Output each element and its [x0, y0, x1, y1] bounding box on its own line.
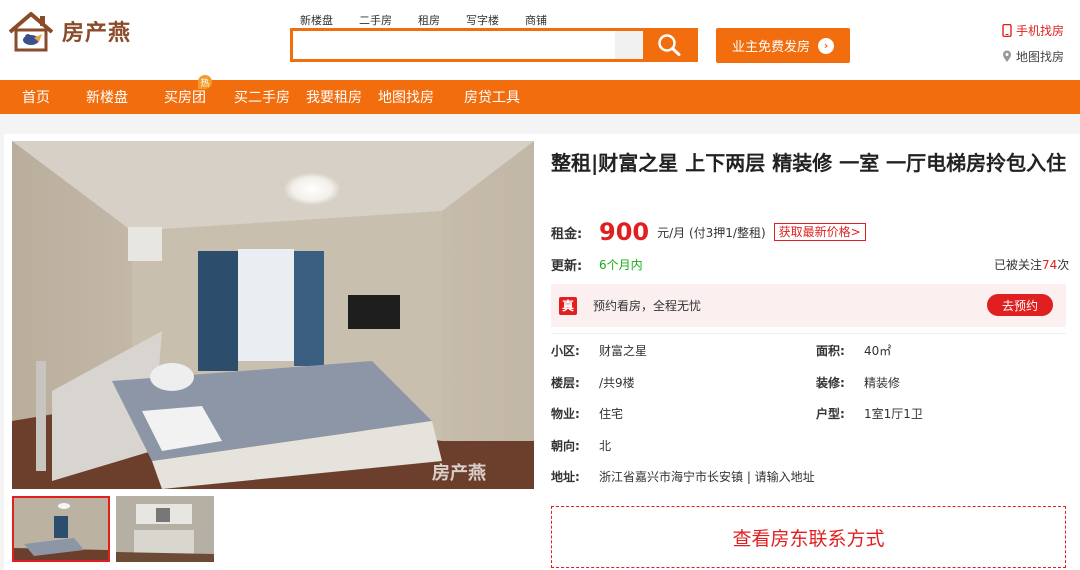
nav-home[interactable]: 首页	[22, 87, 50, 107]
detail-community: 小区: 财富之星	[551, 342, 647, 359]
search-clear-area	[615, 31, 643, 59]
detail-floor: 楼层: /共9楼	[551, 374, 635, 391]
tab-office[interactable]: 写字楼	[466, 12, 499, 28]
tab-rent[interactable]: 租房	[418, 12, 440, 28]
detail-key: 小区:	[551, 344, 580, 358]
latest-price-button[interactable]: 获取最新价格>	[773, 223, 866, 241]
followers-count: 已被关注74次	[994, 256, 1069, 273]
logo-text: 房产燕	[62, 21, 132, 46]
arrow-right-icon: ›	[818, 37, 834, 54]
publish-listing-button[interactable]: 业主免费发房 ›	[716, 28, 850, 63]
thumbnail-image	[14, 498, 108, 560]
detail-key: 面积:	[816, 344, 845, 358]
nav-group-buy[interactable]: 买房团 热	[164, 75, 212, 107]
detail-orientation: 朝向: 北	[551, 437, 611, 454]
detail-area: 面积: 40㎡	[816, 342, 891, 359]
followers-prefix: 已被关注	[994, 258, 1043, 272]
phone-icon	[1002, 24, 1012, 37]
rent-unit: 元/月 (付3押1/整租)	[657, 225, 766, 240]
right-links: 手机找房 地图找房	[1002, 22, 1064, 74]
search-tabs: 新楼盘 二手房 租房 写字楼 商铺	[300, 12, 573, 28]
mobile-find-label: 手机找房	[1016, 24, 1065, 38]
update-row: 更新: 6个月内	[551, 255, 643, 274]
thumbnail-1[interactable]	[12, 496, 110, 562]
detail-value: 精装修	[864, 376, 901, 390]
detail-key: 装修:	[816, 376, 845, 390]
main-photo[interactable]: 房产燕	[12, 141, 534, 489]
listing-title: 整租|财富之星 上下两层 精装修 一室 一厅电梯房拎包入住	[551, 151, 1067, 175]
nav-mortgage-tools[interactable]: 房贷工具	[464, 87, 520, 107]
view-landlord-contact-button[interactable]: 查看房东联系方式	[551, 506, 1066, 568]
followers-suffix: 次	[1057, 258, 1070, 272]
detail-key: 地址:	[551, 470, 580, 484]
detail-key: 户型:	[816, 407, 845, 421]
nav-buy-second-hand[interactable]: 买二手房	[234, 87, 290, 107]
nav-map-search[interactable]: 地图找房	[378, 87, 434, 107]
detail-value: 北	[599, 439, 612, 453]
nav-new-homes[interactable]: 新楼盘	[86, 87, 128, 107]
nav-group-buy-label: 买房团	[164, 90, 206, 106]
tab-second-hand[interactable]: 二手房	[359, 12, 392, 28]
divider	[551, 333, 1066, 334]
appointment-banner: 真 预约看房，全程无忧 去预约	[551, 284, 1066, 327]
tab-shops[interactable]: 商铺	[525, 12, 547, 28]
map-find-link[interactable]: 地图找房	[1002, 48, 1064, 65]
listing-main: 房产燕 整租|财富之星 上下两层 精装修 一室 一厅电梯房拎包入住 租金: 90…	[4, 134, 1080, 570]
detail-key: 朝向:	[551, 439, 580, 453]
update-value: 6个月内	[599, 258, 643, 272]
appointment-text: 预约看房，全程无忧	[593, 299, 702, 313]
detail-property-type: 物业: 住宅	[551, 405, 623, 422]
hot-badge: 热	[198, 75, 212, 89]
verified-badge: 真	[559, 296, 577, 315]
followers-number: 74	[1042, 258, 1058, 272]
publish-label: 业主免费发房	[731, 40, 810, 55]
rent-label: 租金:	[551, 226, 583, 242]
detail-address: 地址: 浙江省嘉兴市海宁市长安镇 | 请输入地址	[551, 468, 815, 485]
rent-row: 租金: 900 元/月 (付3押1/整租) 获取最新价格>	[551, 218, 866, 246]
house-logo-icon	[8, 12, 54, 52]
search-icon	[658, 34, 681, 56]
detail-layout: 户型: 1室1厅1卫	[816, 405, 923, 422]
thumbnail-image	[116, 496, 214, 562]
header: 房产燕 新楼盘 二手房 租房 写字楼 商铺 业主免费发房 › 手机找房 地图找房	[0, 0, 1080, 80]
update-label: 更新:	[551, 259, 583, 274]
location-pin-icon	[1003, 50, 1011, 62]
detail-value: /共9楼	[599, 376, 635, 390]
tab-new-homes[interactable]: 新楼盘	[300, 12, 333, 28]
detail-key: 物业:	[551, 407, 580, 421]
logo[interactable]: 房产燕	[6, 10, 131, 52]
detail-key: 楼层:	[551, 376, 580, 390]
search-input[interactable]	[293, 31, 615, 59]
main-nav: 首页 新楼盘 买房团 热 买二手房 我要租房 地图找房 房贷工具	[0, 75, 1080, 114]
detail-decoration: 装修: 精装修	[816, 374, 900, 391]
detail-value: 浙江省嘉兴市海宁市长安镇 | 请输入地址	[599, 470, 815, 484]
photo-watermark: 房产燕	[432, 462, 486, 483]
thumbnail-2[interactable]	[116, 496, 214, 562]
map-find-label: 地图找房	[1016, 50, 1065, 64]
nav-rent[interactable]: 我要租房	[306, 87, 362, 107]
detail-value: 财富之星	[599, 344, 648, 358]
bedroom-photo: 房产燕	[12, 141, 534, 489]
rent-price: 900	[599, 218, 650, 246]
search-box	[290, 28, 698, 62]
detail-value: 40㎡	[864, 344, 892, 358]
detail-value: 1室1厅1卫	[864, 407, 923, 421]
appointment-button[interactable]: 去预约	[987, 294, 1053, 316]
search-button[interactable]	[643, 31, 695, 59]
mobile-find-link[interactable]: 手机找房	[1002, 22, 1064, 39]
detail-value: 住宅	[599, 407, 624, 421]
